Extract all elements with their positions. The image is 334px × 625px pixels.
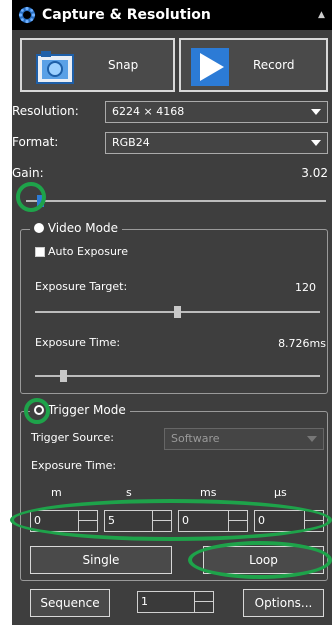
record-label: Record	[253, 58, 295, 72]
play-icon	[191, 48, 229, 86]
exposure-target-label: Exposure Target:	[35, 280, 128, 293]
single-label: Single	[82, 553, 120, 567]
unit-minutes-label: m	[51, 486, 62, 499]
video-mode-header: Video Mode	[30, 221, 122, 235]
resolution-value: 6224 × 4168	[112, 105, 185, 118]
single-button[interactable]: Single	[30, 546, 172, 574]
seconds-value: 5	[108, 514, 115, 527]
resolution-label: Resolution:	[12, 104, 79, 118]
exposure-time-value: 8.726ms	[278, 337, 326, 350]
chevron-down-icon	[307, 436, 317, 442]
sequence-button[interactable]: Sequence	[30, 589, 110, 617]
unit-microseconds-label: µs	[274, 486, 287, 499]
format-dropdown[interactable]: RGB24	[105, 132, 328, 154]
unit-milliseconds-label: ms	[200, 486, 217, 499]
options-label: Options...	[254, 596, 313, 610]
snap-label: Snap	[108, 58, 139, 72]
trigger-source-label: Trigger Source:	[31, 431, 114, 444]
exposure-target-thumb[interactable]	[174, 306, 181, 318]
chevron-down-icon	[311, 109, 321, 115]
trigger-source-dropdown[interactable]: Software	[164, 428, 324, 450]
seconds-stepper[interactable]	[152, 511, 171, 531]
record-button[interactable]: Record	[179, 38, 328, 92]
seconds-spinbox[interactable]: 5	[104, 510, 172, 532]
capture-gear-icon	[18, 6, 36, 24]
collapse-icon[interactable]: ▲	[318, 10, 325, 20]
milliseconds-spinbox[interactable]: 0	[178, 510, 248, 532]
unit-seconds-label: s	[126, 486, 132, 499]
minutes-spinbox[interactable]: 0	[30, 510, 98, 532]
loop-button[interactable]: Loop	[203, 546, 324, 574]
resolution-dropdown[interactable]: 6224 × 4168	[105, 101, 328, 123]
exposure-time-thumb[interactable]	[60, 370, 67, 382]
microseconds-spinbox[interactable]: 0	[254, 510, 324, 532]
trigger-mode-label: Trigger Mode	[47, 403, 126, 417]
camera-icon	[36, 50, 74, 84]
gain-slider-thumb[interactable]	[37, 195, 44, 207]
exposure-time-slider[interactable]	[35, 375, 320, 377]
snap-button[interactable]: Snap	[20, 38, 175, 92]
auto-exposure-checkbox[interactable]	[35, 247, 45, 257]
microseconds-stepper[interactable]	[304, 511, 323, 531]
video-mode-radio[interactable]	[34, 222, 44, 233]
exposure-target-value: 120	[295, 281, 316, 294]
minutes-stepper[interactable]	[78, 511, 97, 531]
panel-title: Capture & Resolution	[42, 7, 211, 23]
sequence-count-stepper[interactable]	[194, 592, 213, 612]
milliseconds-stepper[interactable]	[228, 511, 247, 531]
trigger-mode-header: Trigger Mode	[30, 403, 130, 417]
format-label: Format:	[12, 135, 59, 149]
loop-label: Loop	[249, 553, 278, 567]
sequence-count-value: 1	[141, 595, 148, 608]
format-value: RGB24	[112, 136, 150, 149]
trigger-source-value: Software	[171, 432, 220, 445]
sequence-label: Sequence	[40, 596, 100, 610]
gain-label: Gain:	[12, 166, 44, 180]
chevron-down-icon	[311, 140, 321, 146]
gain-slider[interactable]	[26, 200, 326, 202]
video-mode-label: Video Mode	[47, 221, 118, 235]
minutes-value: 0	[34, 514, 41, 527]
panel-title-bar[interactable]: Capture & Resolution ▲	[12, 0, 332, 30]
trigger-mode-radio[interactable]	[34, 404, 44, 415]
options-button[interactable]: Options...	[243, 589, 324, 617]
milliseconds-value: 0	[182, 514, 189, 527]
trigger-exposure-time-label: Exposure Time:	[31, 459, 117, 472]
microseconds-value: 0	[258, 514, 265, 527]
sequence-count-spinbox[interactable]: 1	[137, 591, 214, 613]
exposure-time-label: Exposure Time:	[35, 336, 121, 349]
gain-value: 3.02	[301, 166, 328, 180]
auto-exposure-label: Auto Exposure	[48, 245, 128, 258]
